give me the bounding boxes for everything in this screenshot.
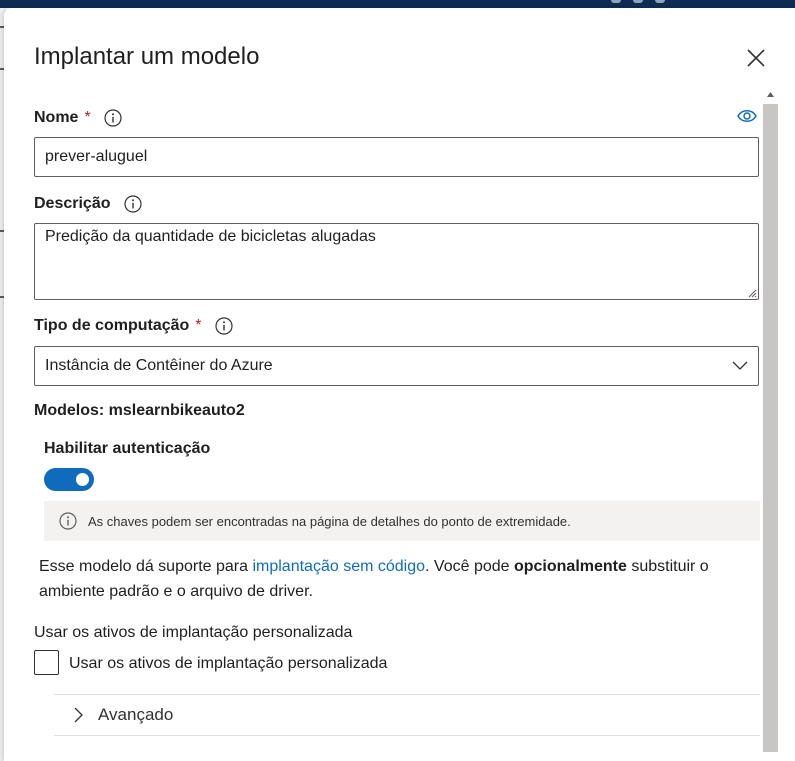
auth-label: Habilitar autenticação	[44, 440, 211, 457]
compute-type-dropdown[interactable]: Instância de Contêiner do Azure	[34, 346, 759, 386]
info-icon[interactable]	[214, 316, 234, 336]
chevron-down-icon	[732, 361, 748, 370]
info-message-text: As chaves podem ser encontradas na págin…	[88, 513, 571, 529]
scrollbar-thumb[interactable]	[763, 104, 778, 752]
info-message-bar: As chaves podem ser encontradas na págin…	[44, 501, 760, 541]
scrollbar[interactable]	[762, 86, 779, 761]
close-button[interactable]	[744, 46, 768, 70]
no-code-deployment-link[interactable]: implantação sem código	[252, 558, 425, 575]
compute-type-label-text: Tipo de computação	[34, 317, 190, 334]
auth-toggle[interactable]	[44, 468, 94, 491]
chevron-right-icon	[74, 707, 83, 723]
close-icon	[747, 49, 765, 67]
description-textarea[interactable]: Predição da quantidade de bicicletas alu…	[34, 223, 759, 300]
name-label-text: Nome	[34, 109, 79, 126]
toggle-knob	[76, 473, 89, 486]
required-mark: *	[84, 109, 91, 126]
info-icon[interactable]	[123, 194, 143, 214]
info-icon	[59, 512, 77, 530]
support-text: Esse modelo dá suporte para implantação …	[39, 554, 759, 604]
description-value: Predição da quantidade de bicicletas alu…	[45, 228, 376, 245]
eye-icon[interactable]	[737, 108, 757, 124]
description-label: Descrição	[34, 194, 143, 214]
custom-assets-checkbox-label[interactable]: Usar os ativos de implantação personaliz…	[69, 655, 387, 673]
compute-type-label: Tipo de computação *	[34, 316, 234, 336]
deploy-model-panel: Implantar um modelo Nome * prever-alugue…	[4, 8, 795, 761]
compute-type-selected: Instância de Contêiner do Azure	[45, 357, 273, 374]
support-text-part2: . Você pode	[425, 558, 514, 575]
advanced-section-toggle[interactable]: Avançado	[74, 705, 173, 725]
divider	[54, 694, 760, 695]
header-icons	[611, 0, 665, 4]
resize-grip-icon[interactable]	[747, 288, 757, 298]
models-text: Modelos: mslearnbikeauto2	[34, 402, 245, 419]
divider	[54, 735, 760, 736]
name-input-value: prever-aluguel	[45, 148, 148, 165]
custom-assets-checkbox[interactable]	[34, 650, 59, 675]
name-label: Nome *	[34, 108, 123, 128]
support-text-part1: Esse modelo dá suporte para	[39, 558, 253, 575]
panel-title: Implantar um modelo	[34, 43, 260, 70]
name-input[interactable]: prever-aluguel	[34, 137, 759, 177]
info-icon[interactable]	[103, 108, 123, 128]
scroll-up-arrow-icon[interactable]	[762, 86, 779, 103]
advanced-label: Avançado	[98, 705, 174, 724]
required-mark: *	[195, 317, 202, 334]
app-header-bar	[0, 0, 795, 8]
support-text-bold: opcionalmente	[513, 558, 627, 575]
description-label-text: Descrição	[34, 195, 111, 212]
custom-assets-heading: Usar os ativos de implantação personaliz…	[34, 624, 353, 641]
